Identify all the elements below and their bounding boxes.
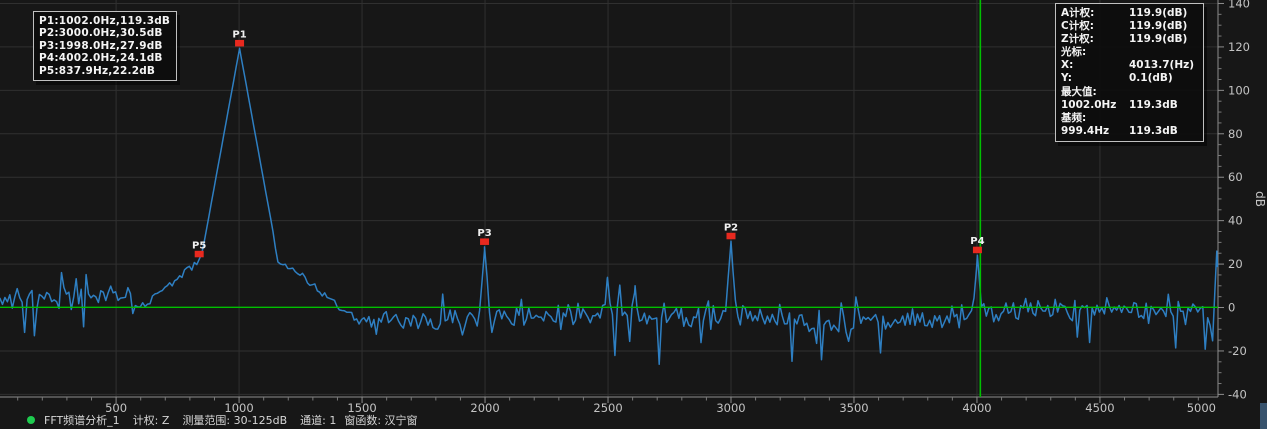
spectrum-trace <box>0 48 1218 364</box>
peak-marker-label: P4 <box>970 236 984 247</box>
status-item: 计权: Z <box>133 414 170 427</box>
readout-value: 119.3dB <box>1129 99 1197 112</box>
readout-value: 4013.7(Hz) <box>1129 59 1197 72</box>
readout-value <box>1129 112 1197 125</box>
status-item: 通道: 1 <box>300 414 336 427</box>
y-axis-tick-label: 60 <box>1228 170 1243 184</box>
y-axis-tick-label: 80 <box>1228 127 1243 141</box>
x-axis-tick-label: 3000 <box>716 401 745 415</box>
readout-label: 最大值: <box>1061 86 1129 99</box>
peak-marker-label: P3 <box>477 228 491 239</box>
readout-row: 光标: <box>1061 46 1197 59</box>
readout-value <box>1129 46 1197 59</box>
x-axis-tick-label: 3500 <box>839 401 868 415</box>
y-axis-title: dB <box>1253 191 1267 207</box>
peak-marker <box>726 233 735 240</box>
status-items: FFT频谱分析_1 计权: Z 测量范围: 30-125dB 通道: 1 窗函数: 汉宁… <box>44 412 426 428</box>
readout-row: A计权:119.9(dB) <box>1061 7 1197 20</box>
y-axis-tick-label: 140 <box>1228 0 1250 10</box>
readout-label: 光标: <box>1061 46 1129 59</box>
y-axis-tick-label: 100 <box>1228 83 1250 97</box>
readout-row: 1002.0Hz119.3dB <box>1061 99 1197 112</box>
peak-readout-line: P3:1998.0Hz,27.9dB <box>39 40 170 52</box>
readout-value <box>1129 86 1197 99</box>
measurement-readout-box: A计权:119.9(dB)C计权:119.9(dB)Z计权:119.9(dB)光… <box>1055 3 1204 142</box>
y-axis-tick-label: -40 <box>1228 387 1247 401</box>
peak-marker <box>235 40 244 47</box>
readout-value: 119.3dB <box>1129 125 1197 138</box>
x-axis-tick-label: 4500 <box>1085 401 1114 415</box>
x-axis-tick-label: 2000 <box>470 401 499 415</box>
readout-row: 基频: <box>1061 112 1197 125</box>
peak-marker <box>973 247 982 254</box>
peak-marker-label: P5 <box>192 240 206 251</box>
readout-label: A计权: <box>1061 7 1129 20</box>
peak-readout-line: P5:837.9Hz,22.2dB <box>39 65 170 77</box>
readout-value: 119.9(dB) <box>1129 20 1197 33</box>
readout-label: Z计权: <box>1061 33 1129 46</box>
readout-label: 1002.0Hz <box>1061 99 1129 112</box>
x-axis-tick-label: 5000 <box>1187 401 1216 415</box>
peak-marker <box>480 238 489 245</box>
fft-analyzer-screen: 5001000150020002500300035004000450050001… <box>0 0 1267 429</box>
y-axis-tick-label: -20 <box>1228 344 1247 358</box>
x-axis-tick-label: 4000 <box>962 401 991 415</box>
readout-row: C计权:119.9(dB) <box>1061 20 1197 33</box>
peak-readout-line: P1:1002.0Hz,119.3dB <box>39 15 170 27</box>
y-axis-tick-label: 40 <box>1228 214 1243 228</box>
scrollbar-thumb[interactable] <box>1260 403 1267 429</box>
readout-label: Y: <box>1061 72 1129 85</box>
readout-label: 999.4Hz <box>1061 125 1129 138</box>
status-item: 测量范围: 30-125dB <box>182 414 287 427</box>
readout-value: 119.9(dB) <box>1129 7 1197 20</box>
peak-readout-line: P4:4002.0Hz,24.1dB <box>39 52 170 64</box>
readout-value: 0.1(dB) <box>1129 72 1197 85</box>
readout-row: 999.4Hz119.3dB <box>1061 125 1197 138</box>
x-axis-tick-label: 2500 <box>593 401 622 415</box>
peak-marker-label: P2 <box>724 222 738 233</box>
readout-row: 最大值: <box>1061 86 1197 99</box>
readout-row: X:4013.7(Hz) <box>1061 59 1197 72</box>
y-axis-tick-label: 20 <box>1228 257 1243 271</box>
peak-marker <box>195 251 204 258</box>
y-axis-tick-label: 0 <box>1228 301 1235 315</box>
readout-value: 119.9(dB) <box>1129 33 1197 46</box>
readout-row: Y:0.1(dB) <box>1061 72 1197 85</box>
status-bar: FFT频谱分析_1 计权: Z 测量范围: 30-125dB 通道: 1 窗函数: 汉宁… <box>27 412 426 428</box>
channel-status-icon <box>27 416 35 424</box>
readout-label: 基频: <box>1061 112 1129 125</box>
readout-label: C计权: <box>1061 20 1129 33</box>
readout-row: Z计权:119.9(dB) <box>1061 33 1197 46</box>
y-axis-tick-label: 120 <box>1228 40 1250 54</box>
peak-marker-label: P1 <box>232 29 246 40</box>
status-item: 窗函数: 汉宁窗 <box>344 414 417 427</box>
readout-label: X: <box>1061 59 1129 72</box>
peak-readout-line: P2:3000.0Hz,30.5dB <box>39 27 170 39</box>
status-item: FFT频谱分析_1 <box>44 414 120 427</box>
peak-list-box: P1:1002.0Hz,119.3dBP2:3000.0Hz,30.5dBP3:… <box>33 11 177 81</box>
